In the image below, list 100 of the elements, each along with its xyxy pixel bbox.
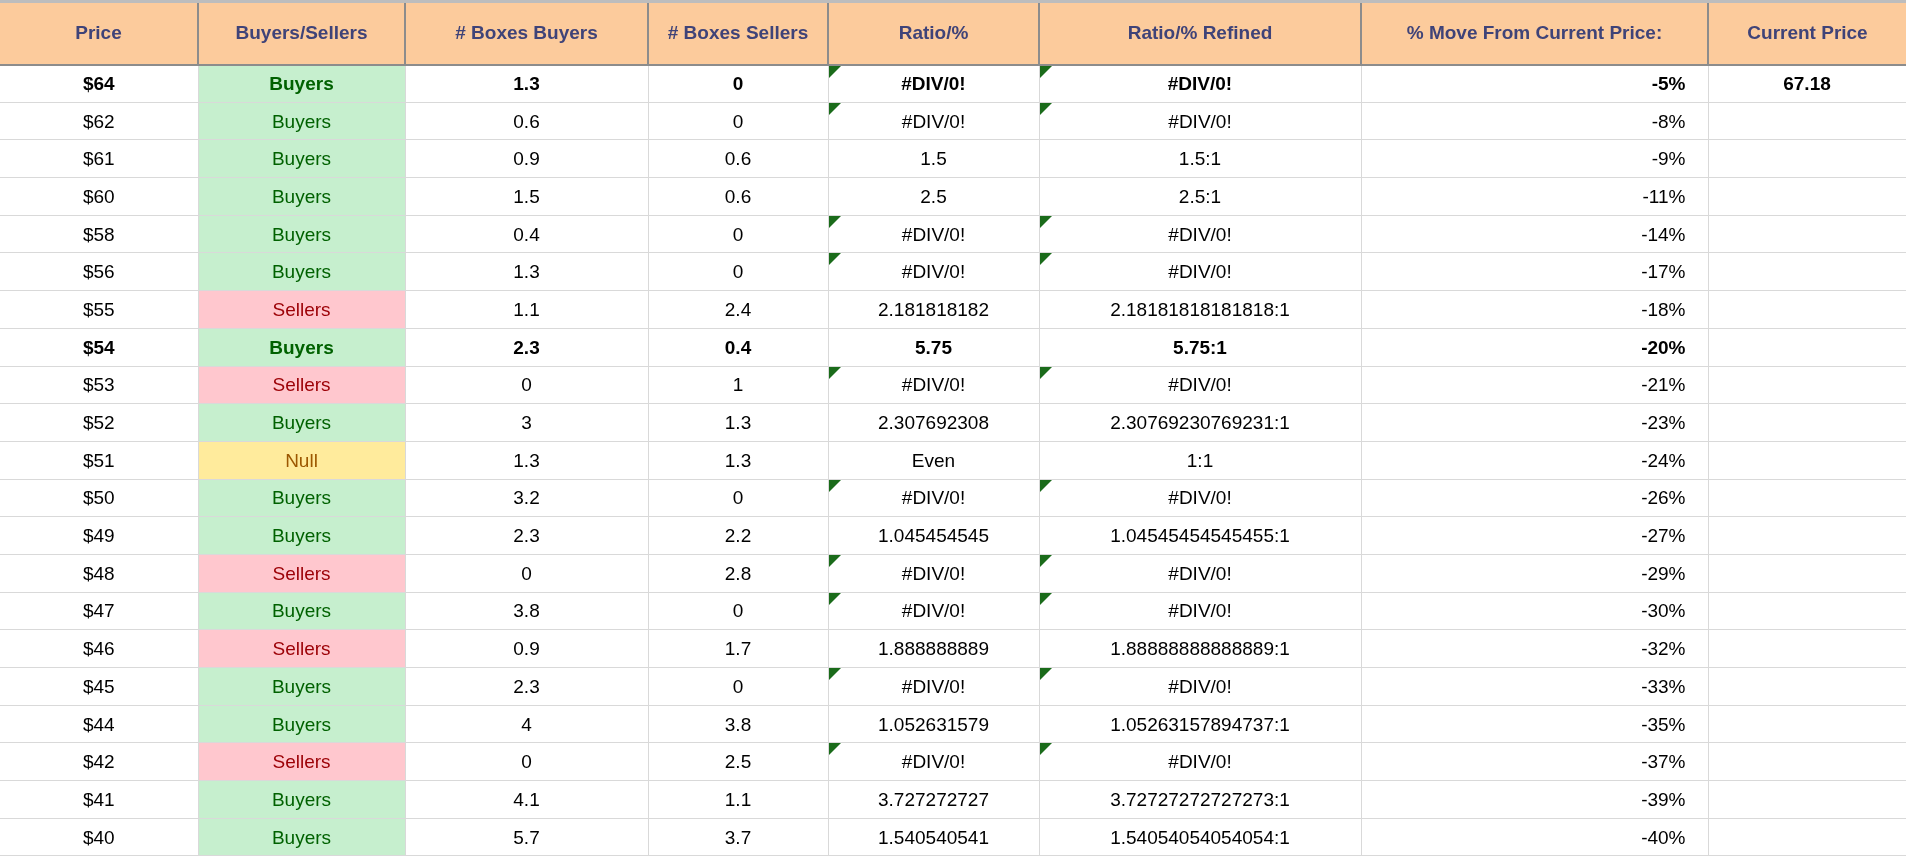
- table-cell: 1.3: [405, 441, 648, 480]
- table-cell: 3.2: [405, 479, 648, 517]
- table-cell: 5.7: [405, 818, 648, 856]
- table-cell: 1.3: [405, 64, 648, 103]
- table-cell: #DIV/0!: [828, 554, 1039, 593]
- table-cell: #DIV/0!: [1039, 742, 1361, 781]
- table-cell: $47: [0, 592, 198, 630]
- table-cell: $53: [0, 366, 198, 404]
- table-cell: -32%: [1361, 629, 1708, 668]
- table-cell: $42: [0, 742, 198, 781]
- table-cell: 0: [405, 554, 648, 593]
- table-cell: $40: [0, 818, 198, 856]
- table-cell: -20%: [1361, 328, 1708, 366]
- table-cell: Sellers: [198, 290, 405, 329]
- table-cell: 1.540540541: [828, 818, 1039, 856]
- table-cell: 3.8: [648, 705, 828, 743]
- table-cell: 2.3: [405, 328, 648, 366]
- table-cell: -11%: [1361, 177, 1708, 216]
- column-header: Buyers/Sellers: [198, 1, 405, 65]
- table-cell: -21%: [1361, 366, 1708, 404]
- table-cell: #DIV/0!: [1039, 667, 1361, 706]
- table-cell: #DIV/0!: [828, 742, 1039, 781]
- table-cell: $55: [0, 290, 198, 329]
- table-cell: 0: [648, 252, 828, 291]
- table-cell: $50: [0, 479, 198, 517]
- table-cell: 3.727272727: [828, 780, 1039, 819]
- table-cell: -9%: [1361, 139, 1708, 178]
- table-cell: 1.3: [405, 252, 648, 291]
- table-cell: 0: [405, 742, 648, 781]
- table-cell: #DIV/0!: [1039, 592, 1361, 630]
- table-cell: $61: [0, 139, 198, 178]
- table-cell: 0.6: [648, 177, 828, 216]
- table-cell: 1.04545454545455:1: [1039, 516, 1361, 555]
- table-cell: 1: [648, 366, 828, 404]
- table-cell: 1.5: [405, 177, 648, 216]
- table-cell: -39%: [1361, 780, 1708, 819]
- table-cell: -14%: [1361, 215, 1708, 253]
- table-cell: -30%: [1361, 592, 1708, 630]
- table-cell: Buyers: [198, 479, 405, 517]
- table-cell: -37%: [1361, 742, 1708, 781]
- table-cell: -33%: [1361, 667, 1708, 706]
- table-cell: 1.045454545: [828, 516, 1039, 555]
- table-cell: 2.307692308: [828, 403, 1039, 442]
- table-cell: $41: [0, 780, 198, 819]
- table-cell: -24%: [1361, 441, 1708, 480]
- table-cell: 0: [405, 366, 648, 404]
- table-cell: $49: [0, 516, 198, 555]
- table-cell: Buyers: [198, 780, 405, 819]
- table-cell: 1:1: [1039, 441, 1361, 480]
- table-cell: 0.9: [405, 139, 648, 178]
- table-cell: -26%: [1361, 479, 1708, 517]
- table-cell: $51: [0, 441, 198, 480]
- table-cell: 1.052631579: [828, 705, 1039, 743]
- table-cell: #DIV/0!: [1039, 366, 1361, 404]
- table-cell: 1.5: [828, 139, 1039, 178]
- table-cell: 1.05263157894737:1: [1039, 705, 1361, 743]
- table-cell: Sellers: [198, 629, 405, 668]
- table-cell: #DIV/0!: [828, 667, 1039, 706]
- table-cell: #DIV/0!: [1039, 215, 1361, 253]
- table-cell: #DIV/0!: [828, 592, 1039, 630]
- table-cell: 0.4: [648, 328, 828, 366]
- table-cell: 0: [648, 64, 828, 103]
- table-cell: #DIV/0!: [1039, 64, 1361, 103]
- table-cell: 1.888888889: [828, 629, 1039, 668]
- table-cell: #DIV/0!: [1039, 554, 1361, 593]
- table-cell: 0: [648, 215, 828, 253]
- table-cell: Buyers: [198, 139, 405, 178]
- table-cell: $62: [0, 102, 198, 140]
- table-cell: 2.2: [648, 516, 828, 555]
- table-cell: 0.9: [405, 629, 648, 668]
- table-cell: 0: [648, 479, 828, 517]
- table-cell: Buyers: [198, 252, 405, 291]
- table-cell: $48: [0, 554, 198, 593]
- table-cell: Even: [828, 441, 1039, 480]
- table-cell: 3.72727272727273:1: [1039, 780, 1361, 819]
- column-header: # Boxes Sellers: [648, 1, 828, 65]
- table-cell: -27%: [1361, 516, 1708, 555]
- column-header: Price: [0, 1, 198, 65]
- table-cell: 2.3: [405, 516, 648, 555]
- table-cell: 0.6: [405, 102, 648, 140]
- table-cell: 5.75:1: [1039, 328, 1361, 366]
- table-cell: Buyers: [198, 818, 405, 856]
- table-cell: 1.54054054054054:1: [1039, 818, 1361, 856]
- column-header: % Move From Current Price:: [1361, 1, 1708, 65]
- table-cell: 0: [648, 592, 828, 630]
- column-header: # Boxes Buyers: [405, 1, 648, 65]
- table-cell: 4.1: [405, 780, 648, 819]
- table-cell: Buyers: [198, 705, 405, 743]
- table-cell: -5%: [1361, 64, 1708, 103]
- table-cell: Buyers: [198, 328, 405, 366]
- table-cell: 2.5: [648, 742, 828, 781]
- column-header: Ratio/% Refined: [1039, 1, 1361, 65]
- table-cell: #DIV/0!: [1039, 479, 1361, 517]
- table-cell: -18%: [1361, 290, 1708, 329]
- table-cell: Sellers: [198, 742, 405, 781]
- table-cell: 0.4: [405, 215, 648, 253]
- table-cell: Buyers: [198, 667, 405, 706]
- table-cell: 5.75: [828, 328, 1039, 366]
- table-cell: Sellers: [198, 366, 405, 404]
- table-cell: 2.5: [828, 177, 1039, 216]
